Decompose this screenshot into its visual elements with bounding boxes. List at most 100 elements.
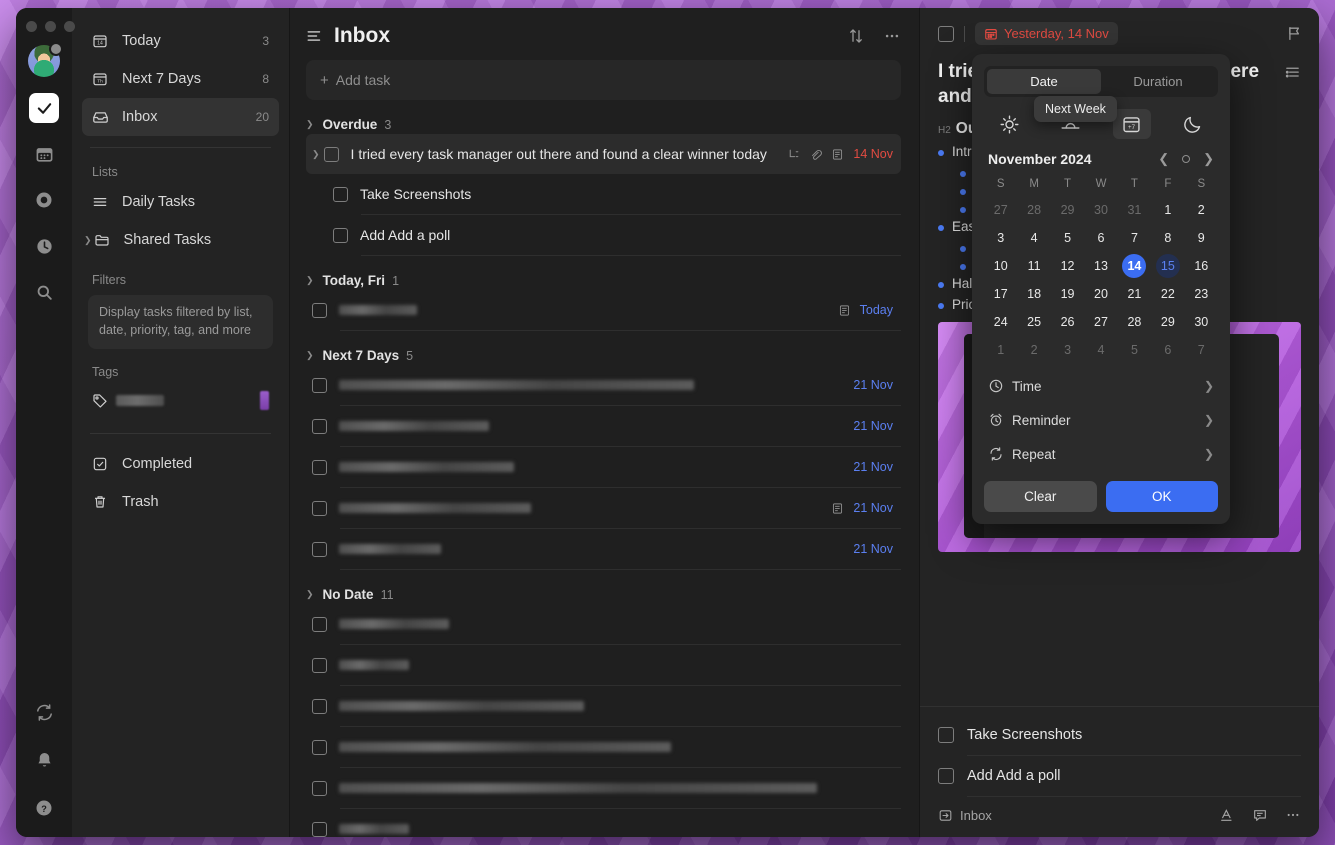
calendar-day[interactable]: 19 xyxy=(1051,281,1084,307)
calendar-day[interactable]: 6 xyxy=(1084,225,1117,251)
task-checkbox[interactable] xyxy=(312,302,327,318)
table-row[interactable] xyxy=(306,686,901,726)
today-icon[interactable] xyxy=(990,109,1028,139)
table-row[interactable]: 21 Nov xyxy=(306,365,901,405)
sort-icon[interactable] xyxy=(847,27,865,45)
task-checkbox[interactable] xyxy=(312,616,327,632)
expand-subtasks-icon[interactable]: ❯ xyxy=(312,149,320,160)
calendar-day[interactable]: 4 xyxy=(1017,225,1050,251)
comment-icon[interactable] xyxy=(1252,807,1268,823)
outline-icon[interactable] xyxy=(1284,59,1301,110)
sidebar-item-today[interactable]: 14 Today 3 xyxy=(82,22,279,60)
calendar-day[interactable]: 29 xyxy=(1151,309,1184,335)
sidebar-item-shared-tasks[interactable]: ❯ Shared Tasks xyxy=(82,221,279,259)
ellipsis-icon[interactable] xyxy=(1285,807,1301,823)
calendar-day[interactable]: 30 xyxy=(1185,309,1218,335)
calendar-day[interactable]: 3 xyxy=(1051,337,1084,363)
task-checkbox[interactable] xyxy=(312,739,327,755)
minimize-button[interactable] xyxy=(45,21,56,32)
rail-item-calendar[interactable] xyxy=(29,139,59,169)
calendar-day[interactable]: 3 xyxy=(984,225,1017,251)
rail-item-search[interactable] xyxy=(29,277,59,307)
calendar-day-selected[interactable]: 14 xyxy=(1118,253,1151,279)
subtask-row[interactable]: Take Screenshots xyxy=(938,715,1301,755)
due-date-chip[interactable]: Yesterday, 14 Nov xyxy=(975,22,1118,45)
ok-button[interactable]: OK xyxy=(1105,481,1218,512)
rail-item-sync[interactable] xyxy=(29,697,59,727)
table-row[interactable] xyxy=(306,645,901,685)
calendar-day[interactable]: 27 xyxy=(984,197,1017,223)
task-checkbox[interactable] xyxy=(333,227,348,243)
sidebar-tag-item[interactable] xyxy=(82,383,279,419)
sidebar-item-daily-tasks[interactable]: Daily Tasks xyxy=(82,183,279,221)
rail-item-notifications[interactable] xyxy=(29,745,59,775)
calendar-day[interactable]: 5 xyxy=(1051,225,1084,251)
task-checkbox[interactable] xyxy=(312,500,327,516)
task-checkbox[interactable] xyxy=(312,657,327,673)
calendar-day[interactable]: 21 xyxy=(1118,281,1151,307)
calendar-day[interactable]: 29 xyxy=(1051,197,1084,223)
window-controls[interactable] xyxy=(26,21,75,32)
task-checkbox[interactable] xyxy=(312,541,327,557)
option-time[interactable]: Time ❯ xyxy=(984,369,1218,403)
calendar-day[interactable]: 28 xyxy=(1118,309,1151,335)
table-row[interactable]: 21 Nov xyxy=(306,406,901,446)
task-checkbox[interactable] xyxy=(312,459,327,475)
add-task-input[interactable]: + Add task xyxy=(306,60,901,100)
calendar-day[interactable]: 9 xyxy=(1185,225,1218,251)
task-checkbox[interactable] xyxy=(312,780,327,796)
sidebar-item-inbox[interactable]: Inbox 20 xyxy=(82,98,279,136)
detail-task-checkbox[interactable] xyxy=(938,25,954,42)
sidebar-item-trash[interactable]: Trash xyxy=(82,483,279,521)
group-header-overdue[interactable]: ❯ Overdue 3 xyxy=(306,117,901,132)
avatar[interactable] xyxy=(28,42,63,77)
chevron-down-icon[interactable]: ❯ xyxy=(306,589,314,600)
calendar-day[interactable]: 16 xyxy=(1185,253,1218,279)
calendar-day[interactable]: 12 xyxy=(1051,253,1084,279)
group-header-today[interactable]: ❯ Today, Fri 1 xyxy=(306,273,901,288)
sidebar-toggle-icon[interactable] xyxy=(306,27,324,45)
calendar-day[interactable]: 13 xyxy=(1084,253,1117,279)
table-row[interactable]: Take Screenshots xyxy=(306,174,901,214)
chevron-left-icon[interactable]: ❮ xyxy=(1158,151,1169,167)
chevron-down-icon[interactable]: ❯ xyxy=(306,119,314,130)
tab-duration[interactable]: Duration xyxy=(1101,69,1215,94)
next-week-icon[interactable]: +7 xyxy=(1112,109,1151,139)
today-circle-icon[interactable] xyxy=(1182,155,1191,163)
close-button[interactable] xyxy=(26,21,37,32)
calendar-day[interactable]: 17 xyxy=(984,281,1017,307)
group-header-next-7-days[interactable]: ❯ Next 7 Days 5 xyxy=(306,348,901,363)
subtask-checkbox[interactable] xyxy=(938,768,954,784)
calendar-day[interactable]: 18 xyxy=(1017,281,1050,307)
format-text-icon[interactable] xyxy=(1219,807,1235,823)
calendar-day[interactable]: 8 xyxy=(1151,225,1184,251)
footer-list-name[interactable]: Inbox xyxy=(960,808,992,823)
calendar-day[interactable]: 1 xyxy=(984,337,1017,363)
ellipsis-icon[interactable] xyxy=(883,27,901,45)
calendar-day[interactable]: 5 xyxy=(1118,337,1151,363)
rail-item-help[interactable]: ? xyxy=(29,793,59,823)
clear-button[interactable]: Clear xyxy=(984,481,1097,512)
sidebar-item-next-7-days[interactable]: Th Next 7 Days 8 xyxy=(82,60,279,98)
chevron-down-icon[interactable]: ❯ xyxy=(306,350,314,361)
calendar-day[interactable]: 28 xyxy=(1017,197,1050,223)
table-row[interactable]: 21 Nov xyxy=(306,529,901,569)
task-checkbox[interactable] xyxy=(333,186,348,202)
calendar-day[interactable]: 2 xyxy=(1017,337,1050,363)
task-checkbox[interactable] xyxy=(312,418,327,434)
table-row[interactable] xyxy=(306,809,901,837)
calendar-day[interactable]: 7 xyxy=(1118,225,1151,251)
calendar-day[interactable]: 7 xyxy=(1185,337,1218,363)
calendar-day[interactable]: 27 xyxy=(1084,309,1117,335)
task-checkbox[interactable] xyxy=(312,821,327,837)
night-icon[interactable] xyxy=(1174,109,1212,139)
calendar-day-today[interactable]: 15 xyxy=(1151,253,1184,279)
flag-icon[interactable] xyxy=(1286,25,1303,42)
table-row[interactable] xyxy=(306,768,901,808)
chevron-right-icon[interactable]: ❯ xyxy=(1203,151,1214,167)
move-to-icon[interactable] xyxy=(938,808,953,823)
subtask-checkbox[interactable] xyxy=(938,727,954,743)
rail-item-tasks[interactable] xyxy=(29,93,59,123)
option-reminder[interactable]: Reminder ❯ xyxy=(984,403,1218,437)
calendar-day[interactable]: 11 xyxy=(1017,253,1050,279)
